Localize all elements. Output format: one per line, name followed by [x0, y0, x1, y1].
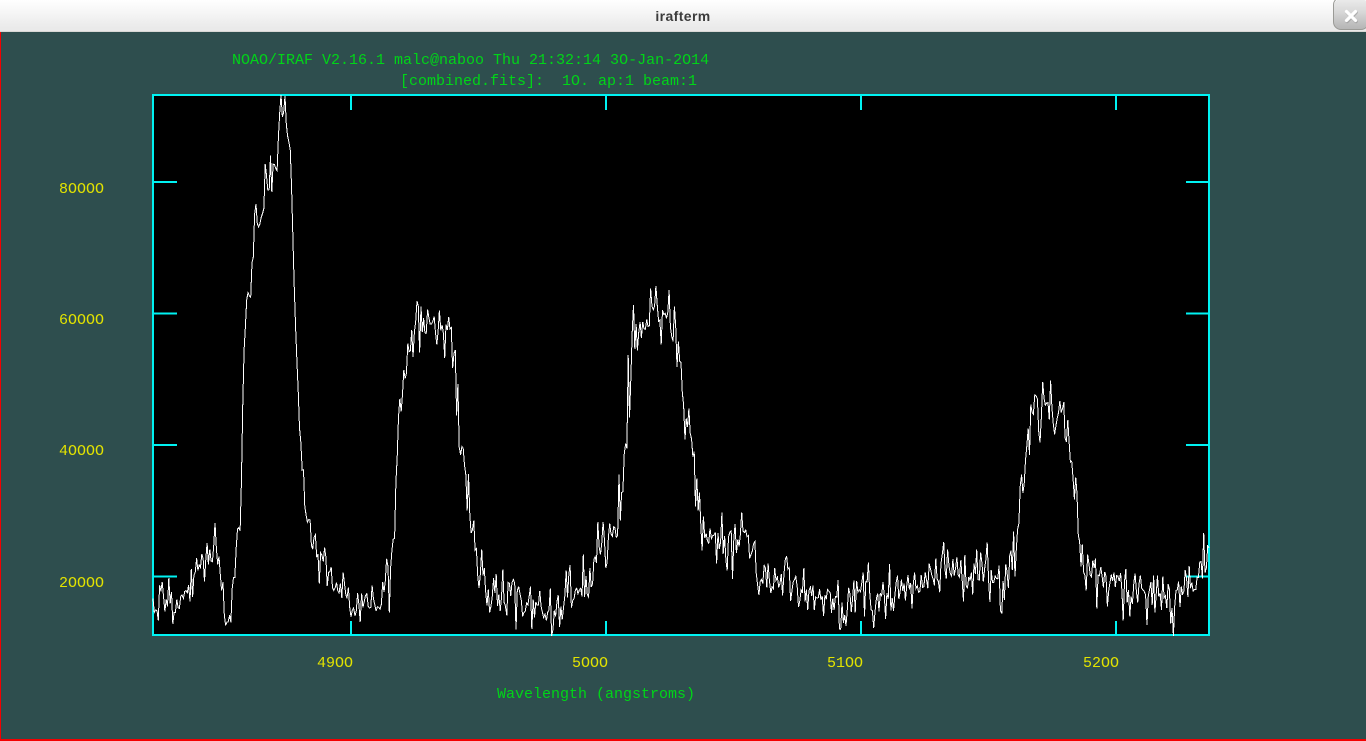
svg-text:2OOOO: 2OOOO: [59, 575, 104, 592]
svg-text:6OOOO: 6OOOO: [59, 312, 104, 329]
svg-text:49OO: 49OO: [317, 655, 353, 672]
svg-text:8OOOO: 8OOOO: [59, 181, 104, 198]
svg-text:51OO: 51OO: [827, 655, 863, 672]
svg-text:52OO: 52OO: [1083, 655, 1119, 672]
svg-text:[combined.fits]: 1O. ap:1 bea: [combined.fits]: 1O. ap:1 beam:1: [400, 73, 697, 90]
svg-text:NOAO/IRAF V2.16.1 malc@naboo T: NOAO/IRAF V2.16.1 malc@naboo Thu 21:32:1…: [232, 52, 709, 69]
svg-text:Wavelength (angstroms): Wavelength (angstroms): [497, 686, 695, 703]
svg-text:5OOO: 5OOO: [572, 655, 608, 672]
svg-text:4OOOO: 4OOOO: [59, 443, 104, 460]
